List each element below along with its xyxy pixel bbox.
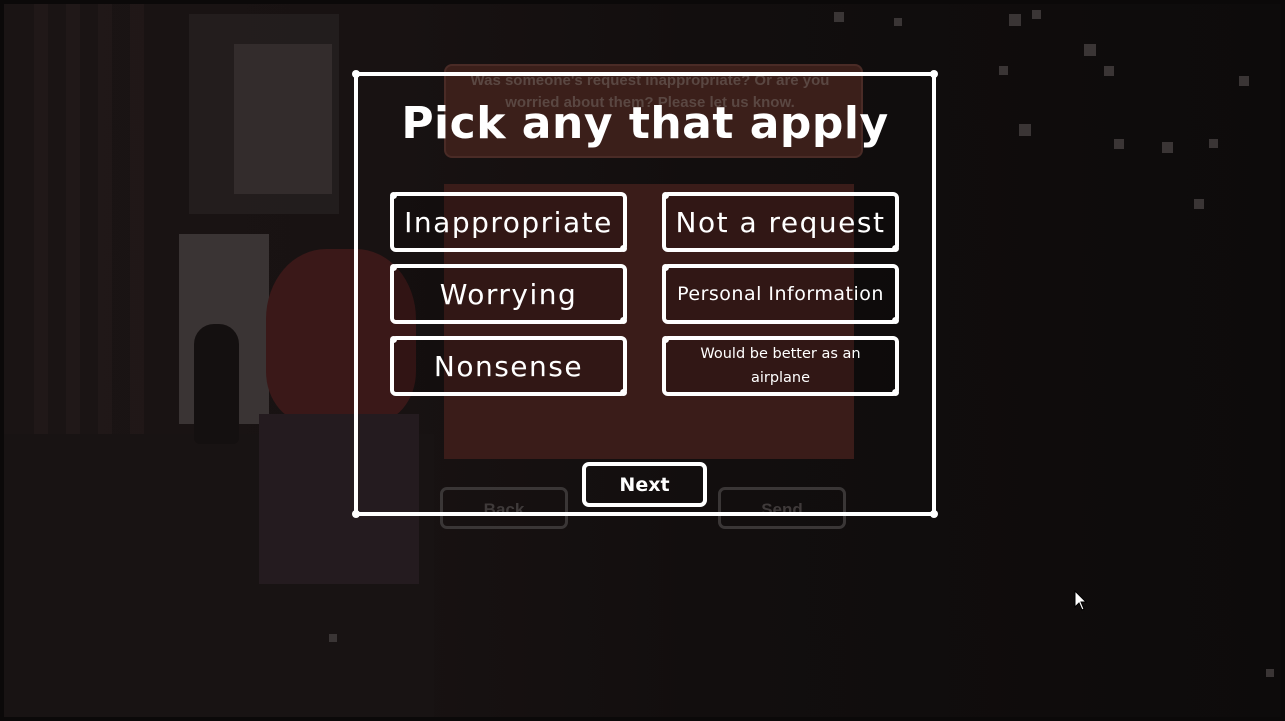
star-dot [329,634,337,642]
option-personal-information[interactable]: Personal Information [662,264,899,324]
pointer-cursor-icon [1074,590,1088,611]
option-worrying[interactable]: Worrying [390,264,627,324]
dialog-title: Pick any that apply [401,98,889,149]
star-dot [1032,10,1041,19]
star-dot [1266,669,1274,677]
dialog-corner [930,510,938,518]
star-dot [1209,139,1218,148]
option-not-a-request[interactable]: Not a request [662,192,899,252]
option-inappropriate[interactable]: Inappropriate [390,192,627,252]
star-dot [894,18,902,26]
dialog-corner [352,510,360,518]
star-dot [1009,14,1021,26]
speech-bubble-decor [234,44,332,194]
next-button[interactable]: Next [582,462,707,507]
star-dot [1162,142,1173,153]
star-dot [1194,199,1204,209]
dialog-corner [930,70,938,78]
star-dot [1104,66,1114,76]
star-dot [1019,124,1031,136]
star-dot [1084,44,1096,56]
star-dot [999,66,1008,75]
star-dot [1114,139,1124,149]
doll-silhouette [194,324,239,444]
option-nonsense[interactable]: Nonsense [390,336,627,396]
dialog-corner [352,70,360,78]
star-dot [834,12,844,22]
option-better-as-airplane[interactable]: Would be better as an airplane [662,336,899,396]
star-dot [1239,76,1249,86]
